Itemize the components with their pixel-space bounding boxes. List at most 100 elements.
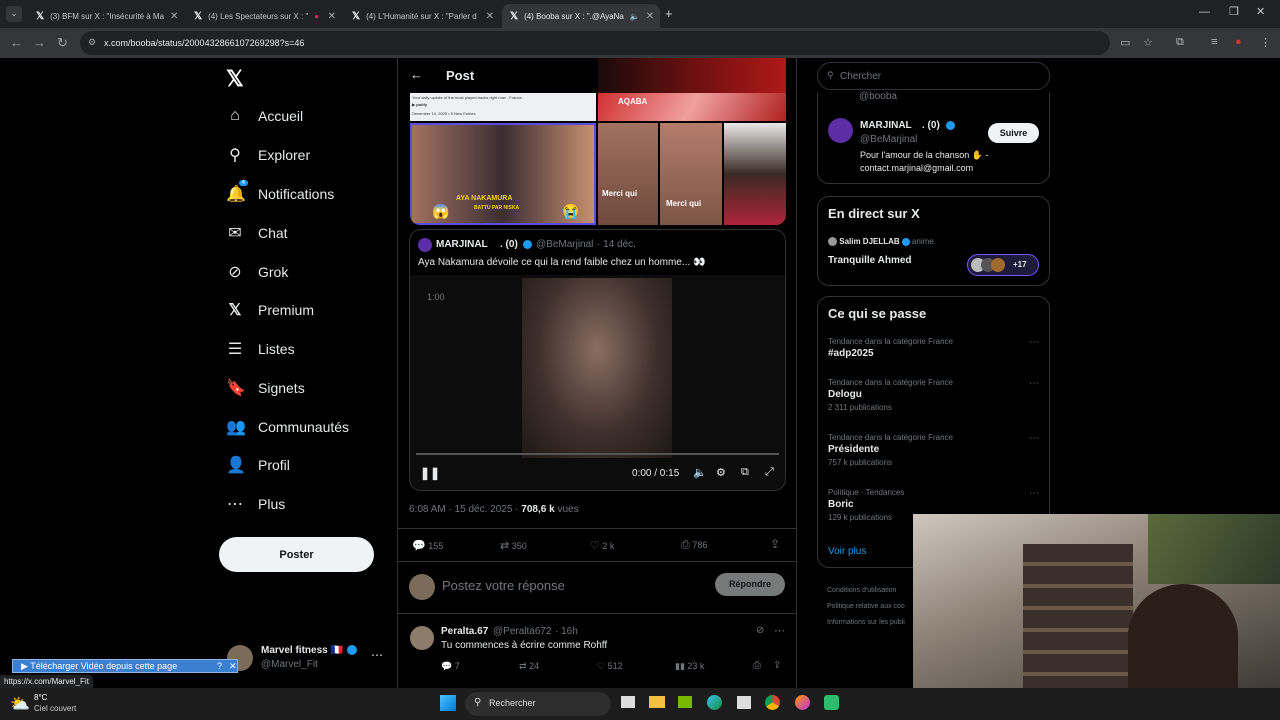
repost-action[interactable]: ⇄ 350 [500, 539, 527, 552]
media-grid[interactable]: Your daily update of the most played tra… [410, 93, 786, 225]
task-view-icon[interactable] [621, 696, 635, 708]
search-box[interactable]: ⚲ Chercher [817, 62, 1050, 90]
host-avatar [828, 237, 837, 247]
new-tab-button[interactable]: + [665, 6, 673, 21]
weather-icon[interactable]: ⛅ [10, 694, 30, 714]
more-icon[interactable]: ⋯ [1029, 337, 1039, 348]
close-icon[interactable]: ✕ [229, 660, 237, 672]
nvidia-icon[interactable] [678, 696, 692, 708]
more-icon[interactable]: ⋯ [774, 624, 785, 637]
video-progress[interactable] [416, 453, 779, 455]
nav-listes[interactable]: ☰ Listes [226, 335, 295, 363]
weather-temp[interactable]: 8°C [34, 693, 47, 702]
reply-post[interactable]: Peralta.67 @Peralta672 · 16h ⊘ ⋯ Tu comm… [398, 618, 796, 684]
forward-icon[interactable]: → [33, 35, 46, 50]
quoted-post[interactable]: MARJINAL . (0) @BeMarjinal · 14 déc. Aya… [409, 229, 786, 491]
bookmark-action[interactable]: ⎙ 786 [681, 539, 707, 552]
reply-likes[interactable]: ♡ 512 [597, 661, 623, 672]
taskbar-search[interactable]: ⚲ Rechercher [465, 692, 611, 716]
url-input[interactable]: ⚙ x.com/booba/status/2000432866107269298… [80, 31, 1110, 55]
bookmark-icon[interactable]: ⎙ [753, 660, 761, 671]
more-icon[interactable]: ⋯ [1029, 488, 1039, 499]
close-icon[interactable]: ✕ [486, 11, 494, 22]
reply-input[interactable]: Postez votre réponse [442, 578, 692, 593]
share-icon[interactable]: ⇪ [773, 660, 781, 671]
search-input[interactable]: Chercher [840, 71, 881, 82]
help-icon[interactable]: ? [217, 660, 222, 672]
reply-action[interactable]: 💬 155 [412, 539, 443, 552]
see-more-link[interactable]: Voir plus [828, 546, 866, 557]
pip-icon[interactable]: ⧉ [741, 466, 749, 479]
trend-item[interactable]: Politique · Tendances Boric 129 k publicat… [828, 488, 904, 522]
file-explorer-icon[interactable] [649, 696, 665, 708]
notification-badge: 4 [238, 180, 248, 186]
trend-item[interactable]: Tendance dans la catégorie France Préside… [828, 433, 953, 467]
nav-notifications[interactable]: 🔔 4 Notifications [226, 180, 334, 208]
reading-list-icon[interactable]: ≡ [1211, 36, 1217, 48]
x-home-logo[interactable]: 𝕏 [226, 66, 244, 92]
close-icon[interactable]: ✕ [328, 11, 336, 22]
like-action[interactable]: ♡ 2 k [590, 539, 614, 552]
nav-profil[interactable]: 👤 Profil [226, 451, 290, 479]
site-info-icon[interactable]: ⚙ [88, 37, 96, 48]
chrome-icon[interactable] [765, 695, 780, 710]
tab-humanite[interactable]: 𝕏 (4) L'Humanité sur X : "Parler d ✕ [344, 4, 502, 28]
more-icon[interactable]: ⋯ [1029, 433, 1039, 444]
settings-icon[interactable]: ⚙ [716, 466, 726, 479]
fullscreen-icon[interactable]: ⤢ [765, 466, 774, 479]
extensions-icon[interactable]: ⧉ [1176, 36, 1184, 49]
tab-booba[interactable]: 𝕏 (4) Booba sur X : ".@AyaNa 🔈 ✕ [502, 4, 660, 28]
store-icon[interactable] [737, 696, 751, 709]
tab-spectateurs[interactable]: 𝕏 (4) Les Spectateurs sur X : " ● ✕ [186, 4, 344, 28]
nav-explorer[interactable]: ⚲ Explorer [226, 141, 310, 169]
start-icon[interactable] [440, 695, 456, 711]
minimize-button[interactable]: — [1199, 6, 1210, 18]
reply-views[interactable]: ▮▮ 23 k [675, 661, 704, 672]
grok-icon[interactable]: ⊘ [756, 625, 764, 636]
reply-reposts[interactable]: ⇄ 24 [519, 661, 539, 672]
app-icon[interactable] [824, 695, 839, 710]
menu-icon[interactable]: ⋮ [1260, 36, 1271, 49]
trend-item[interactable]: Tendance dans la catégorie France #adp202… [828, 337, 953, 359]
nav-premium[interactable]: 𝕏 Premium [226, 296, 314, 324]
live-space-title[interactable]: Tranquille Ahmed [828, 255, 912, 266]
trend-item[interactable]: Tendance dans la catégorie France Delogu 2… [828, 378, 953, 412]
edge-icon[interactable] [707, 695, 722, 710]
firefox-icon[interactable] [795, 695, 810, 710]
close-icon[interactable]: ✕ [646, 11, 654, 22]
post-button[interactable]: Poster [219, 537, 374, 572]
maximize-button[interactable]: ❐ [1229, 5, 1239, 18]
download-extension-bar[interactable]: ▶ Télécharger Vidéo depuis cette page ? … [12, 659, 238, 673]
video-player[interactable]: 1:00 ❚❚ 0:00 / 0:15 🔈 ⚙ ⧉ ⤢ [410, 275, 785, 490]
nav-plus[interactable]: ⋯ Plus [226, 490, 285, 518]
reply-replies[interactable]: 💬 7 [441, 661, 460, 672]
nav-chat[interactable]: ✉ Chat [226, 219, 287, 247]
thumbnail-man [724, 123, 786, 225]
live-listeners[interactable]: +17 [967, 254, 1039, 276]
bookmark-star-icon[interactable]: ☆ [1143, 36, 1153, 49]
tab-list-button[interactable]: ⌄ [6, 6, 22, 22]
back-icon[interactable]: ← [10, 35, 23, 50]
back-arrow-icon[interactable]: ← [410, 67, 423, 82]
nav-signets[interactable]: 🔖 Signets [226, 374, 305, 402]
tab-bfm[interactable]: 𝕏 (3) BFM sur X : "Insécurité à Ma ✕ [28, 4, 186, 28]
nav-communautes[interactable]: 👥 Communautés [226, 413, 349, 441]
reply-button[interactable]: Répondre [715, 573, 785, 596]
pause-icon[interactable]: ❚❚ [420, 466, 440, 480]
more-icon[interactable]: ⋯ [371, 648, 383, 662]
cast-icon[interactable]: ▭ [1120, 36, 1130, 49]
share-icon[interactable]: ⇪ [770, 537, 780, 551]
follow-button[interactable]: Suivre [988, 123, 1039, 143]
taskbar: ⛅ 8°C Ciel couvert ⚲ Rechercher [0, 688, 1280, 720]
reload-icon[interactable]: ↻ [57, 35, 68, 51]
nav-accueil[interactable]: ⌂ Accueil [226, 102, 303, 130]
nav-grok[interactable]: ⊘ Grok [226, 258, 288, 286]
audio-icon[interactable]: 🔈 [630, 12, 640, 21]
volume-icon[interactable]: 🔈 [693, 466, 707, 479]
close-window-button[interactable]: ✕ [1256, 5, 1265, 18]
account-switcher[interactable]: Marvel fitness 🇫🇷 @Marvel_Fit ⋯ [225, 643, 385, 675]
close-icon[interactable]: ✕ [170, 11, 178, 22]
weather-desc[interactable]: Ciel couvert [34, 704, 76, 713]
more-icon[interactable]: ⋯ [1029, 378, 1039, 389]
profile-icon[interactable]: ● [1235, 36, 1242, 48]
